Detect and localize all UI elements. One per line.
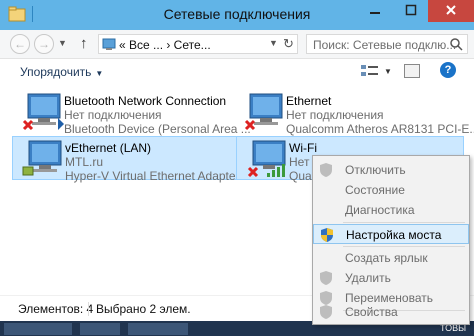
back-button[interactable]: ← [10, 34, 30, 54]
preview-pane-button[interactable] [404, 64, 420, 78]
up-button[interactable]: ↑ [80, 35, 88, 52]
search-box[interactable]: Поиск: Сетевые подклю... [306, 34, 468, 54]
help-button[interactable]: ? [440, 62, 456, 78]
connection-name: vEthernet (LAN) [65, 141, 152, 155]
search-placeholder: Поиск: Сетевые подклю... [313, 38, 457, 52]
maximize-icon [405, 4, 417, 16]
close-button[interactable] [428, 0, 474, 22]
recent-locations-dropdown[interactable]: ▼ [58, 38, 67, 48]
uac-shield-icon [320, 271, 332, 285]
menu-separator [343, 222, 465, 223]
menu-item-delete[interactable]: Удалить [313, 268, 469, 288]
organize-menu[interactable]: Упорядочить ▼ [20, 65, 103, 79]
minimize-button[interactable] [360, 0, 390, 22]
connection-vethernet[interactable]: vEthernet (LAN) MTL.ru Hyper-V Virtual E… [12, 136, 253, 183]
address-bar[interactable]: « Все ... › Сете... ▼ ↻ [98, 34, 298, 54]
menu-item-diagnostics[interactable]: Диагностика [313, 200, 469, 220]
command-bar: Упорядочить ▼ ▼ ? [0, 59, 474, 85]
connection-name: Ethernet [286, 94, 332, 108]
wifi-adapter-icon [247, 140, 286, 178]
connection-bluetooth[interactable]: Bluetooth Network Connection Нет подключ… [12, 90, 251, 136]
minimize-icon [370, 12, 380, 14]
search-icon [450, 38, 463, 51]
refresh-icon[interactable]: ↻ [283, 36, 294, 52]
connection-name: Bluetooth Network Connection [64, 94, 227, 108]
items-count: Элементов: 4 [18, 302, 94, 316]
menu-separator [343, 246, 465, 247]
taskbar-button[interactable] [128, 323, 188, 335]
menu-item-label: Настройка моста [346, 228, 442, 242]
organize-label: Упорядочить [20, 65, 92, 79]
taskbar-button[interactable] [80, 323, 120, 335]
address-dropdown[interactable]: ▼ [269, 38, 278, 48]
control-panel-icon [102, 38, 116, 50]
menu-item-label: Диагностика [345, 203, 415, 217]
taskbar-button[interactable] [4, 323, 72, 335]
title-bar: Сетевые подключения [0, 0, 474, 30]
uac-shield-icon [321, 228, 333, 242]
selected-count: Выбрано 2 элем. [96, 302, 191, 316]
connection-status: Нет подключения [64, 108, 162, 122]
connection-ethernet[interactable]: Ethernet Нет подключения Qualcomm Athero… [234, 90, 474, 136]
uac-shield-icon [320, 163, 332, 177]
menu-item-properties[interactable]: Свойства [313, 302, 469, 322]
arrow-right-icon: → [38, 37, 50, 51]
status-divider [88, 302, 89, 316]
navigation-bar: ← → ▼ ↑ « Все ... › Сете... ▼ ↻ Поиск: С… [0, 30, 474, 59]
close-icon [446, 5, 456, 15]
maximize-button[interactable] [396, 0, 426, 22]
uac-shield-icon [320, 305, 332, 319]
connection-device: Qualcomm Atheros AR8131 PCI-E... [286, 122, 474, 136]
menu-item-status[interactable]: Состояние [313, 180, 469, 200]
connection-device: Hyper-V Virtual Ethernet Adapter ... [65, 169, 253, 183]
view-options-icon[interactable] [360, 63, 380, 79]
menu-item-label: Удалить [345, 271, 391, 285]
arrow-left-icon: ← [14, 37, 26, 51]
address-text: « Все ... › Сете... [119, 38, 211, 52]
chevron-down-icon: ▼ [95, 69, 104, 78]
menu-item-label: Состояние [345, 183, 405, 197]
view-dropdown[interactable]: ▼ [384, 67, 392, 76]
menu-item-create-shortcut[interactable]: Создать ярлык [313, 248, 469, 268]
network-adapter-icon [244, 93, 283, 131]
network-adapter-icon [22, 140, 62, 176]
forward-button[interactable]: → [34, 34, 54, 54]
connection-status: Нет подключения [286, 108, 384, 122]
menu-item-label: Отключить [345, 163, 406, 177]
connection-name: Wi-Fi [289, 141, 317, 155]
network-adapter-icon [22, 93, 64, 131]
context-menu: Отключить Состояние Диагностика Настройк… [312, 155, 470, 325]
menu-item-bridge-connections[interactable]: Настройка моста [313, 224, 469, 244]
menu-item-disconnect[interactable]: Отключить [313, 160, 469, 180]
menu-item-label: Свойства [345, 305, 398, 319]
menu-item-label: Создать ярлык [345, 251, 428, 265]
connection-status: MTL.ru [65, 155, 104, 169]
connection-device: Bluetooth Device (Personal Area ... [64, 122, 251, 136]
